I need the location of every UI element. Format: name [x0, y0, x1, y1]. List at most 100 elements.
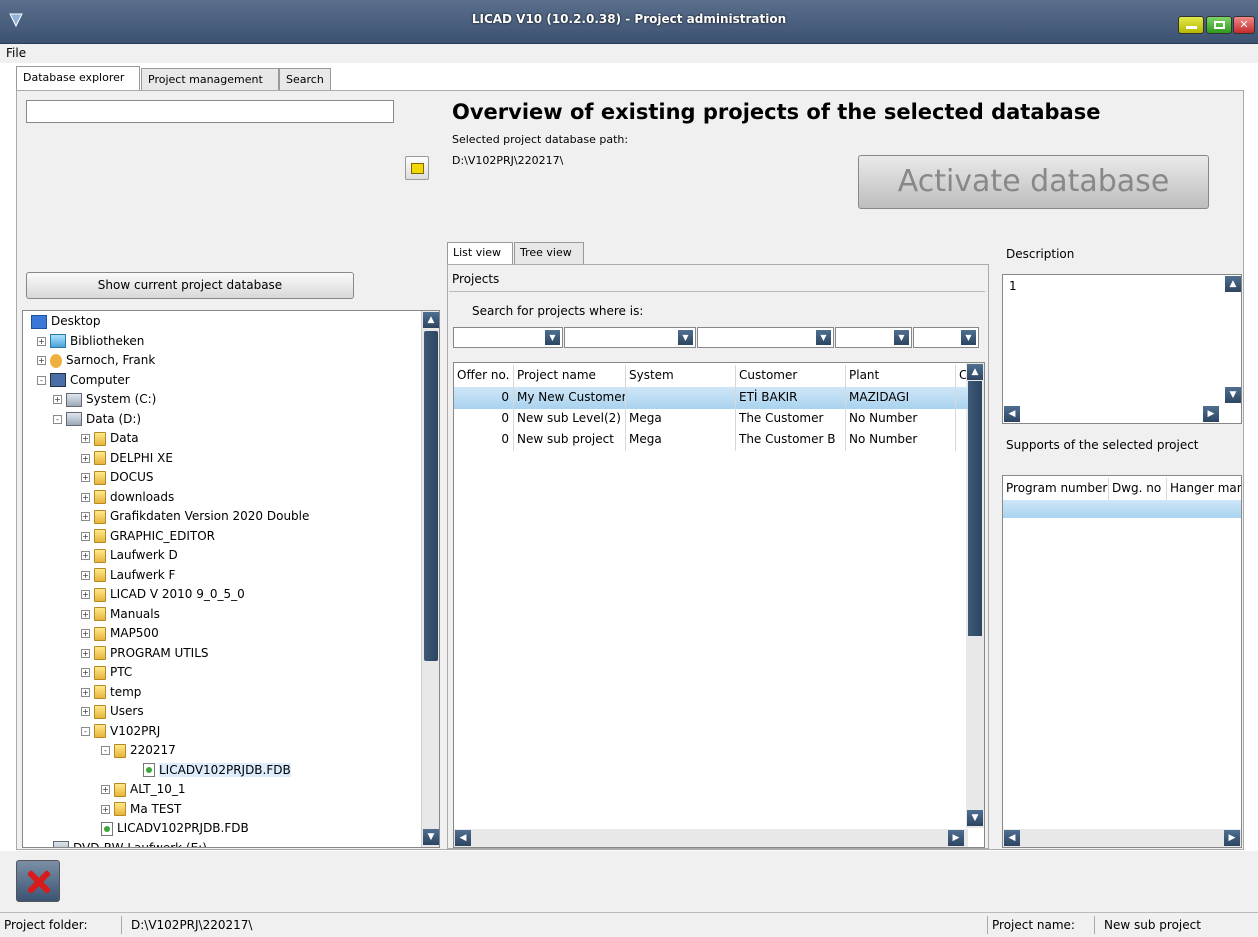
expand-icon[interactable]: +	[81, 648, 90, 658]
scroll-left-icon[interactable]: ◀	[1004, 406, 1020, 422]
scroll-right-icon[interactable]: ▶	[1203, 406, 1219, 422]
activate-database-button[interactable]: Activate database	[858, 155, 1209, 209]
tab-tree-view[interactable]: Tree view	[514, 242, 584, 264]
column-hanger-mark[interactable]: Hanger marl	[1167, 478, 1241, 500]
menu-file[interactable]: File	[6, 46, 26, 60]
scroll-right-icon[interactable]: ▶	[948, 830, 964, 846]
tree-item[interactable]: LICADV102PRJDB.FDB	[101, 819, 249, 838]
scroll-down-icon[interactable]: ▼	[1225, 387, 1241, 403]
expand-icon[interactable]: +	[81, 473, 90, 482]
tree-item[interactable]: + Manuals	[81, 605, 160, 624]
show-current-database-button[interactable]: Show current project database	[26, 272, 354, 299]
tree-item[interactable]: + Users	[81, 702, 144, 721]
tree-item[interactable]: - Computer	[37, 371, 130, 390]
table-horizontal-scrollbar[interactable]: ◀ ▶	[454, 829, 968, 847]
scroll-thumb[interactable]	[968, 381, 982, 636]
column-project-name[interactable]: Project name	[514, 365, 626, 387]
expand-icon[interactable]: +	[81, 707, 90, 716]
table-row[interactable]: 0 New sub project Mega The Customer B No Num…	[454, 429, 968, 451]
browse-folder-button[interactable]	[405, 156, 429, 180]
expand-icon[interactable]: +	[53, 395, 62, 404]
tree-item[interactable]: + System (C:)	[53, 390, 156, 409]
scroll-down-icon[interactable]: ▼	[423, 829, 439, 845]
tree-item[interactable]: + LICAD V 2010 9_0_5_0	[81, 585, 245, 604]
tree-item[interactable]: + Grafikdaten Version 2020 Double	[81, 507, 309, 526]
folder-tree[interactable]: ▲ ▼ Desktop + Bibliotheken + Sarnoch, Frank -…	[22, 310, 440, 848]
column-offer-no[interactable]: Offer no.	[454, 365, 514, 387]
tree-item[interactable]: LICADV102PRJDB.FDB	[143, 761, 291, 780]
tab-database-explorer[interactable]: Database explorer	[16, 66, 140, 90]
expand-icon[interactable]: +	[81, 531, 90, 541]
scroll-up-icon[interactable]: ▲	[423, 312, 439, 328]
tree-item[interactable]: + DOCUS	[81, 468, 153, 487]
tree-item[interactable]: + downloads	[81, 488, 174, 507]
tree-item[interactable]: + temp	[81, 683, 141, 702]
tree-item[interactable]: + MAP500	[81, 624, 159, 643]
expand-icon[interactable]: +	[81, 668, 90, 677]
expand-icon[interactable]: +	[81, 512, 90, 521]
tab-project-management[interactable]: Project management	[141, 68, 279, 90]
minimize-button[interactable]	[1178, 16, 1204, 34]
scroll-left-icon[interactable]: ◀	[455, 830, 471, 846]
projects-table[interactable]: Offer no. Project name System Customer P…	[453, 362, 985, 848]
scroll-down-icon[interactable]: ▼	[967, 810, 983, 826]
tree-item[interactable]: - V102PRJ	[81, 722, 160, 741]
column-program-number[interactable]: Program number	[1003, 478, 1109, 500]
expand-icon[interactable]: +	[81, 453, 90, 463]
supports-horizontal-scrollbar[interactable]: ◀ ▶	[1003, 829, 1241, 847]
scroll-thumb[interactable]	[424, 331, 438, 661]
column-customer[interactable]: Customer	[736, 365, 846, 387]
tree-item[interactable]: + PROGRAM UTILS	[81, 644, 209, 663]
expand-icon[interactable]: +	[81, 492, 90, 502]
column-system[interactable]: System	[626, 365, 736, 387]
expand-icon[interactable]: +	[37, 336, 46, 346]
tree-item[interactable]: + PTC	[81, 663, 132, 682]
expand-icon[interactable]: +	[81, 551, 90, 560]
tree-item[interactable]: - 220217	[101, 741, 176, 760]
expand-icon[interactable]: +	[101, 804, 110, 814]
tree-scrollbar[interactable]: ▲ ▼	[421, 311, 439, 847]
filter-customer-combo[interactable]: ▼	[835, 327, 912, 348]
tree-item[interactable]: + Ma TEST	[101, 800, 181, 819]
tree-item[interactable]: + Data	[81, 429, 139, 448]
column-dwg-no[interactable]: Dwg. no	[1109, 478, 1167, 500]
table-row[interactable]	[1003, 500, 1241, 518]
collapse-icon[interactable]: -	[101, 746, 110, 755]
tree-item[interactable]: + DELPHI XE	[81, 449, 173, 468]
database-path-input[interactable]	[26, 100, 394, 123]
scroll-left-icon[interactable]: ◀	[1004, 830, 1020, 846]
scroll-up-icon[interactable]: ▲	[1225, 276, 1241, 292]
tree-item[interactable]: + Laufwerk D	[81, 546, 178, 565]
table-row[interactable]: 0 New sub Level(2) Mega The Customer No Numb…	[454, 408, 968, 430]
scroll-up-icon[interactable]: ▲	[967, 364, 983, 380]
filter-offer-combo[interactable]: ▼	[453, 327, 563, 348]
tab-list-view[interactable]: List view	[447, 242, 513, 264]
tree-item[interactable]: + GRAPHIC_EDITOR	[81, 527, 215, 546]
collapse-icon[interactable]: -	[81, 726, 90, 736]
tree-item[interactable]: + Laufwerk F	[81, 566, 175, 585]
column-plant[interactable]: Plant	[846, 365, 956, 387]
table-row[interactable]: 0 My New Customer ETİ BAKIR MAZIDAGI	[454, 387, 968, 409]
expand-icon[interactable]: +	[81, 629, 90, 638]
tree-item[interactable]: Desktop	[31, 312, 101, 331]
description-textarea[interactable]: 1 ▲ ▼ ◀ ▶	[1002, 274, 1242, 424]
maximize-button[interactable]	[1206, 16, 1232, 34]
tab-search[interactable]: Search	[279, 68, 331, 90]
expand-icon[interactable]: +	[37, 356, 46, 365]
scroll-right-icon[interactable]: ▶	[1224, 830, 1240, 846]
filter-system-combo[interactable]: ▼	[697, 327, 834, 348]
expand-icon[interactable]: +	[81, 687, 90, 697]
expand-icon[interactable]: +	[81, 609, 90, 619]
expand-icon[interactable]: +	[101, 785, 110, 794]
filter-project-combo[interactable]: ▼	[564, 327, 696, 348]
expand-icon[interactable]: +	[81, 434, 90, 443]
filter-plant-combo[interactable]: ▼	[913, 327, 979, 348]
collapse-icon[interactable]: -	[53, 414, 62, 424]
exit-button[interactable]	[16, 860, 60, 902]
expand-icon[interactable]: +	[81, 590, 90, 599]
close-button[interactable]: ✕	[1233, 16, 1255, 34]
tree-item[interactable]: DVD-RW-Laufwerk (E:)	[53, 839, 207, 847]
tree-item[interactable]: + Bibliotheken	[37, 332, 144, 351]
table-vertical-scrollbar[interactable]: ▲ ▼	[966, 363, 984, 828]
tree-item[interactable]: - Data (D:)	[53, 410, 141, 429]
